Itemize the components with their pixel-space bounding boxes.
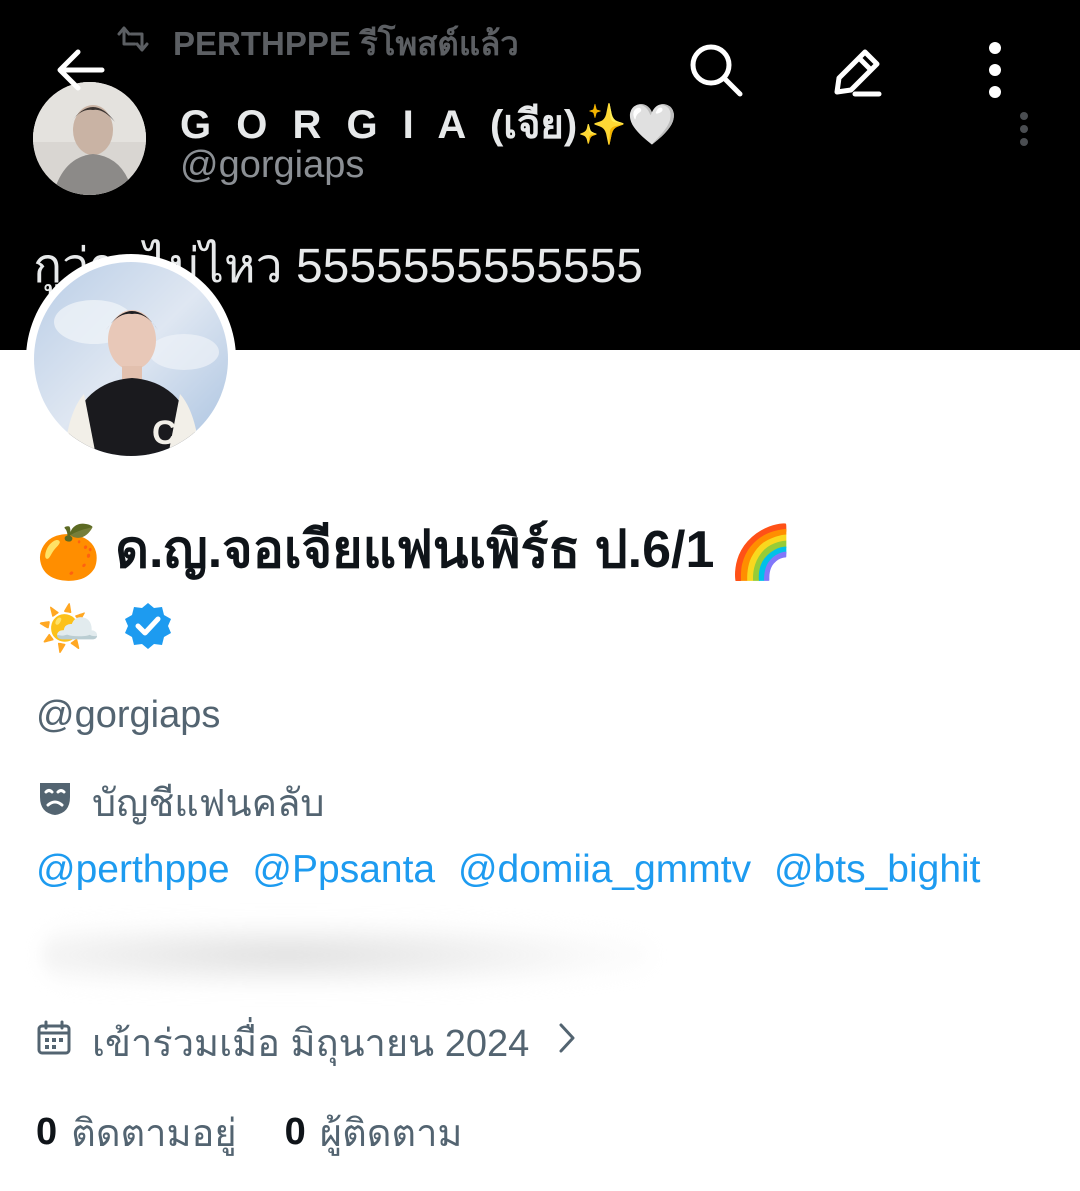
quoted-name-text: G O R G I A	[180, 103, 472, 147]
repost-icon	[115, 24, 151, 62]
theater-mask-icon	[36, 779, 74, 827]
profile-photo: C	[34, 262, 228, 456]
account-label: บัญชีแฟนคลับ	[36, 772, 325, 833]
pencil-icon	[825, 40, 885, 100]
mention-link[interactable]: @domiia_gmmtv	[458, 848, 751, 891]
display-name: 🍊 ด.ญ.จอเจียแฟนเพิร์ธ ป.6/1 🌈	[36, 510, 1036, 593]
bio-mentions: @perthppe @Ppsanta @domiia_gmmtv @bts_bi…	[36, 848, 993, 892]
chevron-right-icon[interactable]	[557, 1021, 577, 1065]
mention-link[interactable]: @Ppsanta	[252, 848, 435, 891]
account-label-text: บัญชีแฟนคลับ	[92, 783, 325, 825]
follow-stats: 0 ติดตามอยู่ 0 ผู้ติดตาม	[36, 1102, 510, 1163]
followers-count: 0	[284, 1111, 306, 1153]
display-name-text: ด.ญ.จอเจียแฟนเพิร์ธ ป.6/1	[115, 521, 715, 579]
calendar-icon	[36, 1020, 72, 1066]
quoted-name-suffix: (เจีย)✨🤍	[489, 103, 677, 147]
followers-label: ผู้ติดตาม	[319, 1113, 463, 1155]
display-name-line2: 🌤️	[36, 593, 173, 663]
following-label: ติดตามอยู่	[71, 1113, 237, 1155]
join-date-text: เข้าร่วมเมื่อ มิถุนายน 2024	[92, 1023, 530, 1065]
quoted-more-icon[interactable]	[1012, 110, 1036, 150]
svg-text:C: C	[152, 414, 177, 452]
followers-link[interactable]: 0 ผู้ติดตาม	[285, 1102, 463, 1163]
back-arrow-icon	[52, 46, 108, 94]
more-button[interactable]	[955, 30, 1035, 110]
verified-badge-icon[interactable]	[123, 601, 173, 656]
join-date-row: เข้าร่วมเมื่อ มิถุนายน 2024	[36, 1012, 577, 1073]
orange-emoji: 🍊	[36, 524, 101, 583]
profile-handle: @gorgiaps	[36, 694, 221, 736]
more-vertical-icon	[985, 40, 1005, 100]
edit-button[interactable]	[815, 30, 895, 110]
mention-link[interactable]: @bts_bighit	[774, 848, 981, 891]
following-count: 0	[36, 1111, 58, 1153]
search-icon	[686, 40, 746, 100]
rainbow-emoji: 🌈	[728, 524, 794, 583]
sun-cloud-emoji: 🌤️	[36, 599, 101, 658]
quoted-author-handle[interactable]: @gorgiaps	[180, 144, 364, 187]
search-button[interactable]	[676, 30, 756, 110]
following-link[interactable]: 0 ติดตามอยู่	[36, 1102, 237, 1163]
repost-indicator: PERTHPPE รีโพสต์แล้ว	[115, 18, 519, 68]
back-button[interactable]	[40, 30, 120, 110]
profile-avatar[interactable]: C	[26, 254, 236, 464]
redacted-smudge	[42, 920, 652, 990]
repost-label: PERTHPPE รีโพสต์แล้ว	[173, 24, 519, 62]
mention-link[interactable]: @perthppe	[36, 848, 230, 891]
